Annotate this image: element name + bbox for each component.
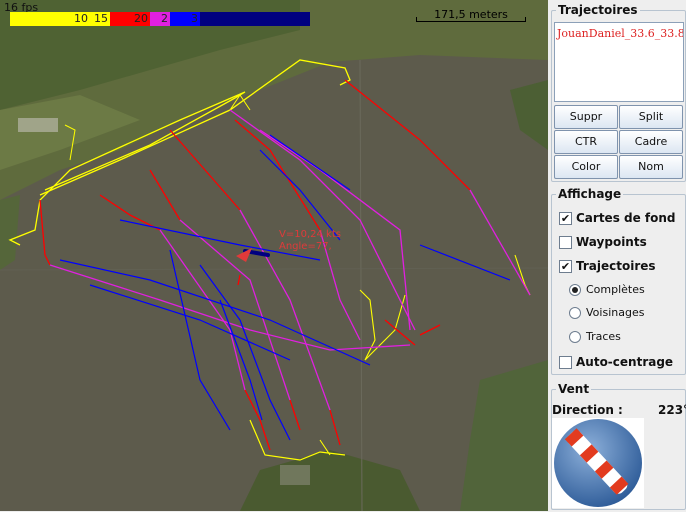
traces-label: Traces bbox=[586, 330, 621, 343]
legend-segment: 3 bbox=[170, 12, 200, 26]
voisinages-label: Voisinages bbox=[586, 306, 645, 319]
scale-label: 171,5 meters bbox=[434, 8, 508, 21]
completes-label: Complètes bbox=[586, 283, 645, 296]
speed-legend: 10 15 20 2 3 bbox=[10, 12, 310, 26]
affichage-title: Affichage bbox=[558, 187, 622, 201]
auto-centrage-checkbox[interactable] bbox=[559, 356, 572, 369]
windsock-icon bbox=[554, 419, 642, 507]
trajectoires-title: Trajectoires bbox=[558, 3, 638, 17]
direction-label: Direction : bbox=[552, 403, 623, 417]
boat-speed: V=10,24 kts bbox=[279, 229, 341, 240]
completes-radio[interactable] bbox=[569, 284, 581, 296]
voisinages-radio[interactable] bbox=[569, 307, 581, 319]
direction-value: 223° bbox=[658, 403, 686, 417]
waypoints-label: Waypoints bbox=[576, 235, 647, 249]
cadre-button[interactable]: Cadre bbox=[619, 130, 683, 154]
color-button[interactable]: Color bbox=[554, 155, 618, 179]
track-list[interactable]: JouanDaniel_33.6_33.8 bbox=[554, 22, 684, 102]
cartes-de-fond-checkbox[interactable]: ✔ bbox=[559, 212, 572, 225]
legend-segment bbox=[200, 12, 310, 26]
satellite-map bbox=[0, 0, 548, 511]
waypoints-checkbox[interactable] bbox=[559, 236, 572, 249]
split-button[interactable]: Split bbox=[619, 105, 683, 129]
nom-button[interactable]: Nom bbox=[619, 155, 683, 179]
list-item[interactable]: JouanDaniel_33.6_33.8 bbox=[555, 23, 683, 44]
boat-speed-readout: V=10,24 kts Angle=77, bbox=[279, 229, 341, 253]
wind-indicator bbox=[552, 418, 644, 508]
scale-bar: 171,5 meters bbox=[416, 8, 526, 22]
boat-angle: Angle=77, bbox=[279, 241, 332, 252]
side-panel: Trajectoires JouanDaniel_33.6_33.8 Suppr… bbox=[548, 0, 686, 511]
ctr-button[interactable]: CTR bbox=[554, 130, 618, 154]
legend-segment: 10 bbox=[10, 12, 90, 26]
legend-segment: 20 bbox=[110, 12, 150, 26]
legend-segment: 15 bbox=[90, 12, 110, 26]
auto-centrage-label: Auto-centrage bbox=[576, 355, 674, 369]
vent-title: Vent bbox=[558, 382, 590, 396]
trajectoires-checkbox[interactable]: ✔ bbox=[559, 260, 572, 273]
traces-radio[interactable] bbox=[569, 331, 581, 343]
map-view[interactable]: 16 fps 10 15 20 2 3 171,5 meters V=10,24… bbox=[0, 0, 548, 511]
suppr-button[interactable]: Suppr bbox=[554, 105, 618, 129]
trajectoires-label: Trajectoires bbox=[576, 259, 656, 273]
legend-segment: 2 bbox=[150, 12, 170, 26]
cartes-de-fond-label: Cartes de fond bbox=[576, 211, 676, 225]
